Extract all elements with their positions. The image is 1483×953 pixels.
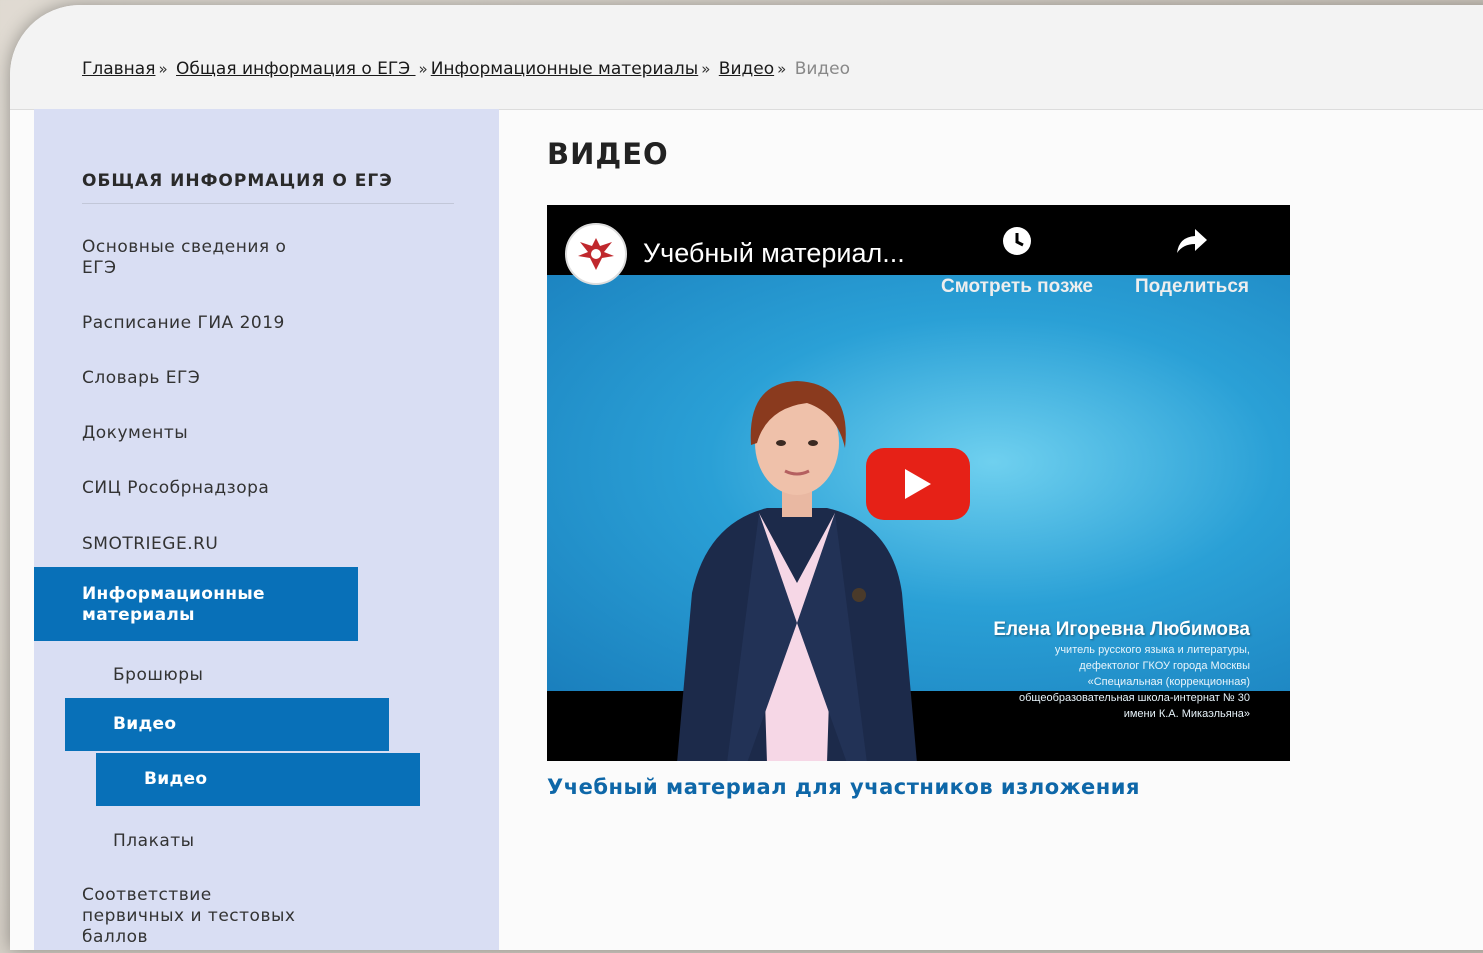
breadcrumb-current: Видео xyxy=(794,59,851,79)
watch-later-label: Смотреть позже xyxy=(941,276,1093,297)
sidebar-item-posters[interactable]: Плакаты xyxy=(113,831,195,852)
sidebar-item-info-materials[interactable]: Информационные материалы xyxy=(34,567,358,641)
sidebar-item-score-conversion[interactable]: Соответствие первичных и тестовых баллов xyxy=(82,885,295,948)
sidebar-item-smotriege[interactable]: SMOTRIEGE.RU xyxy=(82,534,218,555)
play-button[interactable] xyxy=(866,448,970,520)
sidebar-item-basic-info[interactable]: Основные сведения о ЕГЭ xyxy=(82,237,286,279)
breadcrumb-separator: » xyxy=(701,60,711,78)
presenter-description-line: общеобразовательная школа-интернат № 30 xyxy=(1019,692,1250,704)
sidebar-title: ОБЩАЯ ИНФОРМАЦИЯ О ЕГЭ xyxy=(82,171,393,191)
video-title-link[interactable]: Учебный материал для участников изложени… xyxy=(547,775,1140,799)
presenter-description-line: дефектолог ГКОУ города Москвы xyxy=(1079,660,1250,672)
share-button[interactable]: Поделиться xyxy=(1127,225,1257,298)
breadcrumb-separator: » xyxy=(418,60,428,78)
breadcrumb: Главная» Общая информация о ЕГЭ » Информа… xyxy=(82,59,850,79)
presenter-description-line: «Специальная (коррекционная) xyxy=(1087,676,1250,688)
breadcrumb-info-materials[interactable]: Информационные материалы xyxy=(431,59,698,79)
clock-icon xyxy=(1003,227,1031,255)
video-caption: Елена Игоревна Любимова учитель русского… xyxy=(993,619,1250,721)
breadcrumb-separator: » xyxy=(777,60,787,78)
breadcrumb-home[interactable]: Главная xyxy=(82,59,155,79)
sidebar-item-video[interactable]: Видео xyxy=(65,698,389,751)
breadcrumb-separator: » xyxy=(158,60,168,78)
breadcrumb-video[interactable]: Видео xyxy=(719,59,774,79)
sidebar-divider xyxy=(82,203,454,204)
presenter-name: Елена Игоревна Любимова xyxy=(993,619,1250,640)
play-icon xyxy=(905,469,931,499)
breadcrumb-bar: Главная» Общая информация о ЕГЭ » Информа… xyxy=(10,5,1483,110)
sidebar: ОБЩАЯ ИНФОРМАЦИЯ О ЕГЭ Основные сведения… xyxy=(34,109,499,950)
breadcrumb-general-info[interactable]: Общая информация о ЕГЭ xyxy=(176,59,416,79)
sidebar-item-documents[interactable]: Документы xyxy=(82,423,188,444)
sidebar-item-schedule[interactable]: Расписание ГИА 2019 xyxy=(82,313,285,334)
presenter-description-line: учитель русского языка и литературы, xyxy=(1054,644,1250,656)
sidebar-item-video-sub[interactable]: Видео xyxy=(96,753,420,806)
video-title[interactable]: Учебный материал... xyxy=(643,238,905,269)
presenter-image xyxy=(677,381,917,761)
sidebar-item-dictionary[interactable]: Словарь ЕГЭ xyxy=(82,368,200,389)
channel-logo[interactable] xyxy=(565,223,627,285)
sidebar-item-sic[interactable]: СИЦ Рособрнадзора xyxy=(82,478,269,499)
eagle-emblem-icon xyxy=(578,238,614,270)
video-player[interactable]: Елена Игоревна Любимова учитель русского… xyxy=(547,205,1290,761)
sidebar-item-brochures[interactable]: Брошюры xyxy=(113,665,203,686)
browser-page: Главная» Общая информация о ЕГЭ » Информа… xyxy=(10,5,1483,950)
page-title: ВИДЕО xyxy=(547,137,669,171)
share-label: Поделиться xyxy=(1134,276,1250,297)
share-arrow-icon xyxy=(1177,229,1207,253)
presenter-description-line: имени К.А. Микаэльяна» xyxy=(1123,708,1250,720)
watch-later-button[interactable]: Смотреть позже xyxy=(932,225,1102,298)
